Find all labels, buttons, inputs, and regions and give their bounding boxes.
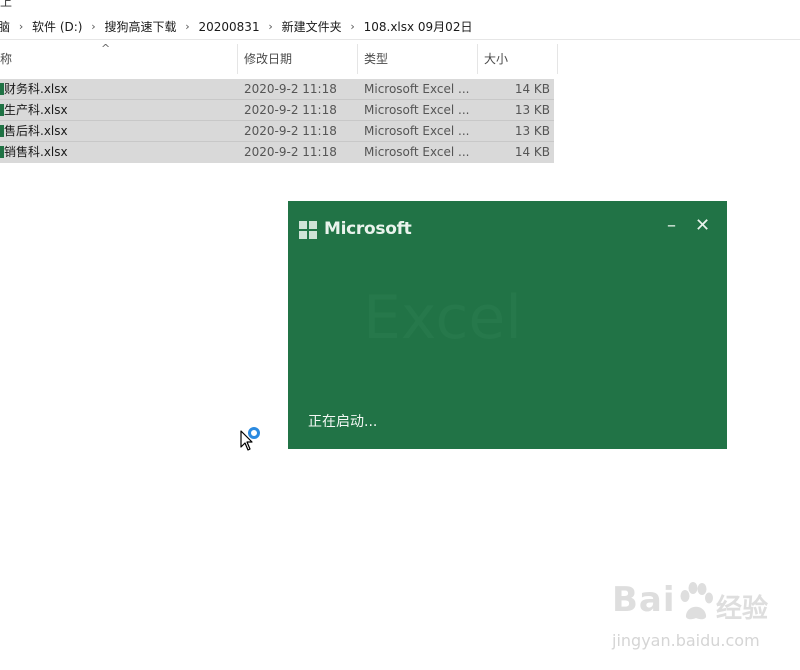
- file-date: 2020-9-2 11:18: [244, 82, 337, 96]
- file-type: Microsoft Excel ...: [364, 145, 470, 159]
- column-date-label: 修改日期: [244, 52, 293, 66]
- watermark-url: jingyan.baidu.com: [612, 631, 760, 650]
- column-type-label: 类型: [364, 52, 389, 66]
- chevron-right-icon[interactable]: ›: [342, 20, 364, 33]
- top-cut-strip: 上: [0, 0, 800, 10]
- file-type: Microsoft Excel ...: [364, 103, 470, 117]
- paw-icon: [680, 582, 713, 620]
- chevron-right-icon[interactable]: ›: [177, 20, 199, 33]
- watermark-brand: Bai: [612, 580, 676, 620]
- file-size: 13 KB: [514, 124, 550, 138]
- close-button[interactable]: ✕: [695, 216, 710, 236]
- file-name: 售后科.xlsx: [4, 124, 68, 138]
- file-row[interactable]: 售后科.xlsx 2020-9-2 11:18 Microsoft Excel …: [0, 121, 554, 142]
- file-date: 2020-9-2 11:18: [244, 103, 337, 117]
- file-row[interactable]: 财务科.xlsx 2020-9-2 11:18 Microsoft Excel …: [0, 79, 554, 100]
- file-row[interactable]: 生产科.xlsx 2020-9-2 11:18 Microsoft Excel …: [0, 100, 554, 121]
- excel-app-name: Excel: [363, 283, 522, 353]
- microsoft-brand: Microsoft: [324, 219, 412, 239]
- watermark-brand-cn: 经验: [716, 594, 769, 624]
- minimize-button[interactable]: –: [667, 216, 676, 236]
- breadcrumb-item-pc[interactable]: 脑: [0, 18, 10, 35]
- column-header-name[interactable]: 称: [0, 44, 238, 74]
- starting-status: 正在启动...: [308, 414, 378, 430]
- breadcrumb-item-folder2[interactable]: 20200831: [199, 20, 260, 34]
- column-name-label: 称: [0, 52, 13, 66]
- file-size: 13 KB: [514, 103, 550, 117]
- chevron-right-icon[interactable]: ›: [10, 20, 32, 33]
- file-size: 14 KB: [514, 82, 550, 96]
- address-bar[interactable]: 脑 › 软件 (D:) › 搜狗高速下载 › 20200831 › 新建文件夹 …: [0, 10, 800, 40]
- file-type: Microsoft Excel ...: [364, 82, 470, 96]
- baidu-watermark: Bai 经验 jingyan.baidu.com: [612, 580, 792, 655]
- top-cut-text: 上: [0, 0, 13, 9]
- microsoft-logo-icon: [299, 221, 318, 240]
- column-header-size[interactable]: 大小: [478, 44, 558, 74]
- file-name: 销售科.xlsx: [4, 145, 68, 159]
- column-header-type[interactable]: 类型: [358, 44, 478, 74]
- column-size-label: 大小: [484, 52, 509, 66]
- file-name: 财务科.xlsx: [4, 82, 68, 96]
- file-date: 2020-9-2 11:18: [244, 124, 337, 138]
- breadcrumb-item-current[interactable]: 108.xlsx 09月02日: [364, 18, 473, 35]
- breadcrumb-item-folder3[interactable]: 新建文件夹: [282, 18, 342, 35]
- busy-spinner-icon: [248, 427, 260, 439]
- file-size: 14 KB: [514, 145, 550, 159]
- breadcrumb-item-drive[interactable]: 软件 (D:): [32, 18, 82, 35]
- breadcrumb-item-folder1[interactable]: 搜狗高速下载: [104, 18, 176, 35]
- excel-splash-window: Microsoft – ✕ Excel 正在启动...: [288, 201, 727, 449]
- chevron-right-icon[interactable]: ›: [260, 20, 282, 33]
- column-header-date[interactable]: 修改日期: [238, 44, 358, 74]
- file-row[interactable]: 销售科.xlsx 2020-9-2 11:18 Microsoft Excel …: [0, 142, 554, 163]
- file-list: 财务科.xlsx 2020-9-2 11:18 Microsoft Excel …: [0, 79, 554, 163]
- file-name: 生产科.xlsx: [4, 103, 68, 117]
- file-date: 2020-9-2 11:18: [244, 145, 337, 159]
- file-type: Microsoft Excel ...: [364, 124, 470, 138]
- column-header: 称 ^ 修改日期 类型 大小: [0, 42, 558, 74]
- chevron-right-icon[interactable]: ›: [82, 20, 104, 33]
- breadcrumb: 脑 › 软件 (D:) › 搜狗高速下载 › 20200831 › 新建文件夹 …: [0, 18, 472, 35]
- sort-ascending-icon: ^: [101, 42, 111, 55]
